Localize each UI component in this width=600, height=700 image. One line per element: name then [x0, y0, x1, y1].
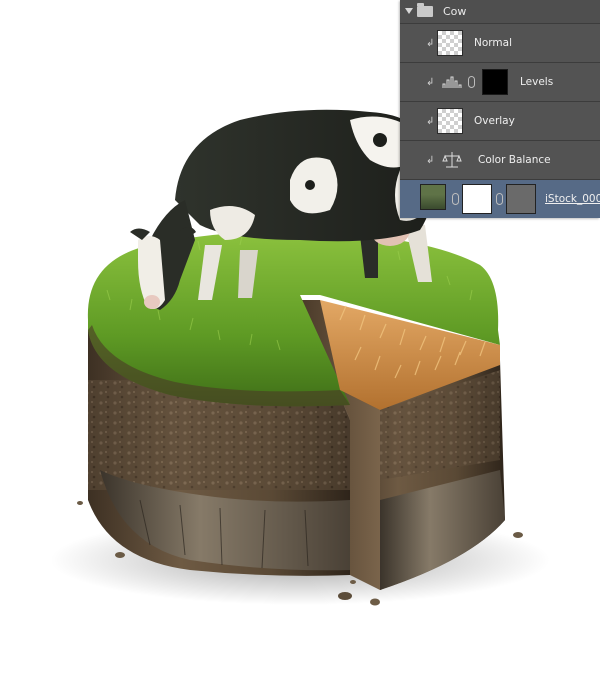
- link-icon[interactable]: [452, 193, 459, 205]
- layer-thumbnail: [437, 108, 463, 134]
- link-icon[interactable]: [496, 193, 503, 205]
- group-name: Cow: [443, 5, 467, 18]
- link-icon[interactable]: [468, 76, 475, 88]
- layers-panel: Cow ↲ Normal ↲ Levels ↲ Overlay ↲ Color …: [400, 0, 600, 218]
- clipping-arrow-icon: ↲: [426, 38, 435, 49]
- clipping-arrow-icon: ↲: [426, 77, 435, 88]
- layer-name: Levels: [520, 76, 554, 88]
- clipping-arrow-icon: ↲: [426, 155, 435, 166]
- layer-mask-thumbnail[interactable]: [482, 69, 508, 95]
- layer-group-row[interactable]: Cow: [400, 0, 600, 24]
- layer-row[interactable]: ↲ Overlay: [400, 102, 600, 141]
- levels-icon: [442, 76, 462, 88]
- disclosure-triangle-icon[interactable]: [405, 8, 413, 14]
- layer-name: Normal: [474, 37, 512, 49]
- layer-thumbnail: [437, 30, 463, 56]
- layer-name: iStock_00002: [545, 193, 600, 205]
- layer-name: Overlay: [474, 115, 515, 127]
- folder-icon: [417, 3, 433, 17]
- layer-row[interactable]: ↲ Normal: [400, 24, 600, 63]
- layer-name: Color Balance: [478, 154, 551, 166]
- layer-row-selected[interactable]: iStock_00002: [400, 180, 600, 218]
- clipping-arrow-icon: ↲: [426, 116, 435, 127]
- color-balance-icon: [442, 152, 462, 168]
- vector-mask-thumbnail[interactable]: [506, 184, 536, 214]
- layer-row[interactable]: ↲ Color Balance: [400, 141, 600, 180]
- layer-mask-thumbnail[interactable]: [462, 184, 492, 214]
- smart-object-thumbnail: [420, 184, 446, 210]
- layer-row[interactable]: ↲ Levels: [400, 63, 600, 102]
